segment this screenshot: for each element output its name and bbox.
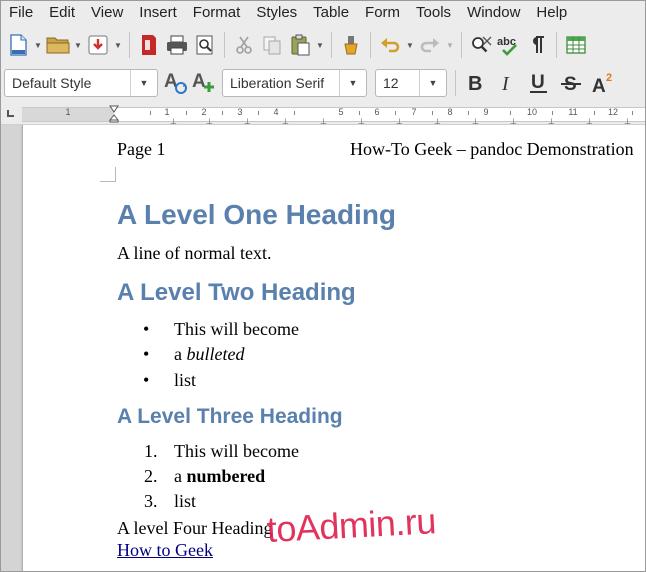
ruler-number: 6	[374, 107, 380, 117]
ruler-number: 11	[568, 107, 578, 117]
bullet-marker: •	[143, 319, 150, 339]
heading-level-2[interactable]: A Level Two Heading	[117, 279, 356, 307]
undo-dropdown-icon[interactable]: ▼	[404, 31, 416, 59]
heading-level-4[interactable]: A level Four Heading	[117, 518, 272, 539]
heading-level-3[interactable]: A Level Three Heading	[117, 405, 343, 429]
menu-table[interactable]: Table	[305, 0, 357, 26]
paragraph-style-value: Default Style	[12, 75, 92, 91]
list-text: This will become	[174, 319, 299, 339]
font-name-combo[interactable]: Liberation Serif ▼	[222, 69, 367, 97]
menu-tools[interactable]: Tools	[408, 0, 459, 26]
save-dropdown-icon[interactable]: ▼	[112, 31, 124, 59]
list-text: This will become	[174, 441, 299, 461]
list-number: 2.	[144, 466, 158, 486]
list-text: list	[174, 491, 197, 511]
menu-file[interactable]: File	[0, 0, 41, 26]
menu-form[interactable]: Form	[357, 0, 408, 26]
menu-format[interactable]: Format	[185, 0, 249, 26]
open-folder-icon[interactable]	[44, 31, 72, 59]
ruler-number: 2	[201, 107, 207, 117]
new-document-dropdown-icon[interactable]: ▼	[32, 31, 44, 59]
chevron-down-icon[interactable]: ▼	[419, 70, 446, 96]
list-text: a	[174, 344, 187, 364]
header-title: How-To Geek – pandoc Demonstration	[350, 139, 634, 159]
normal-text-paragraph[interactable]: A line of normal text.	[117, 243, 271, 264]
bullet-marker: •	[143, 370, 150, 390]
watermark-text: toAdmin.ru	[265, 500, 437, 551]
horizontal-ruler[interactable]: 1 1 2 3 4 5 6 7 8 9 10 11 12 ⊥ ⊥ ⊥ ⊥ ⊥ ⊥…	[0, 103, 646, 126]
redo-dropdown-icon[interactable]: ▼	[444, 31, 456, 59]
font-size-combo[interactable]: 12 ▼	[375, 69, 447, 97]
bold-icon[interactable]: B	[461, 69, 489, 97]
italic-icon[interactable]: I	[493, 69, 521, 97]
ruler-number: 8	[447, 107, 453, 117]
heading-level-1[interactable]: A Level One Heading	[117, 199, 396, 231]
menu-bar: File Edit View Insert Format Styles Tabl…	[0, 0, 646, 26]
menu-view[interactable]: View	[83, 0, 131, 26]
list-text: a	[174, 466, 187, 486]
chevron-down-icon[interactable]: ▼	[339, 70, 366, 96]
formatting-toolbar: Default Style ▼ A A Liberation Serif ▼ 1…	[0, 65, 646, 101]
paste-icon[interactable]	[286, 31, 314, 59]
update-style-icon[interactable]: A	[162, 69, 190, 97]
underline-icon[interactable]: U	[525, 69, 553, 97]
ruler-number: 1	[164, 107, 170, 117]
ruler-number: 12	[607, 107, 619, 117]
standard-toolbar: ▼ ▼ ▼ ▼ ▼ ▼ abc	[0, 27, 646, 63]
save-icon[interactable]	[84, 31, 112, 59]
formatting-marks-icon[interactable]	[523, 31, 551, 59]
print-preview-icon[interactable]	[191, 31, 219, 59]
open-dropdown-icon[interactable]: ▼	[72, 31, 84, 59]
export-pdf-icon[interactable]	[135, 31, 163, 59]
svg-text:A: A	[592, 76, 606, 95]
ruler-number: 7	[411, 107, 417, 117]
new-style-icon[interactable]: A	[190, 69, 218, 97]
copy-icon[interactable]	[258, 31, 286, 59]
paste-dropdown-icon[interactable]: ▼	[314, 31, 326, 59]
svg-text:U: U	[531, 72, 545, 93]
print-icon[interactable]	[163, 31, 191, 59]
chevron-down-icon[interactable]: ▼	[130, 70, 157, 96]
redo-icon[interactable]	[416, 31, 444, 59]
hyperlink[interactable]: How to Geek	[117, 540, 213, 561]
ruler-number: 9	[483, 107, 489, 117]
svg-text:B: B	[468, 73, 482, 94]
header-page-number: Page 1	[117, 139, 166, 159]
svg-text:A: A	[192, 71, 206, 92]
ruler-number: 3	[237, 107, 243, 117]
emphasized-text: bulleted	[186, 344, 245, 364]
spelling-icon[interactable]: abc	[495, 31, 523, 59]
insert-table-icon[interactable]	[562, 31, 590, 59]
menu-help[interactable]: Help	[528, 0, 575, 26]
ruler-number: 10	[526, 107, 538, 117]
clone-formatting-icon[interactable]	[337, 31, 365, 59]
indent-marker-icon[interactable]	[109, 105, 119, 123]
menu-window[interactable]: Window	[459, 0, 528, 26]
ruler-number: 1	[65, 107, 71, 117]
undo-icon[interactable]	[376, 31, 404, 59]
cut-icon[interactable]	[230, 31, 258, 59]
strong-text: numbered	[186, 466, 266, 486]
document-area[interactable]: Page 1 How-To Geek – pandoc Demonstratio…	[0, 125, 646, 572]
paragraph-style-combo[interactable]: Default Style ▼	[4, 69, 158, 97]
text-boundary-mark	[100, 167, 116, 182]
ruler-number: 5	[338, 107, 344, 117]
ruler-number: 4	[273, 107, 279, 117]
list-number: 1.	[144, 441, 158, 461]
font-size-value: 12	[383, 75, 399, 91]
new-document-icon[interactable]	[4, 31, 32, 59]
menu-styles[interactable]: Styles	[248, 0, 305, 26]
superscript-icon[interactable]: A 2	[589, 69, 617, 97]
list-number: 3.	[144, 491, 158, 511]
menu-insert[interactable]: Insert	[131, 0, 185, 26]
font-name-value: Liberation Serif	[230, 75, 325, 91]
svg-text:I: I	[501, 73, 510, 94]
list-text: list	[174, 370, 197, 390]
menu-edit[interactable]: Edit	[41, 0, 83, 26]
bullet-marker: •	[143, 344, 150, 364]
tab-stop-type-icon[interactable]	[7, 110, 14, 117]
svg-text:2: 2	[606, 72, 612, 84]
strikethrough-icon[interactable]: S	[557, 69, 585, 97]
find-replace-icon[interactable]	[467, 31, 495, 59]
